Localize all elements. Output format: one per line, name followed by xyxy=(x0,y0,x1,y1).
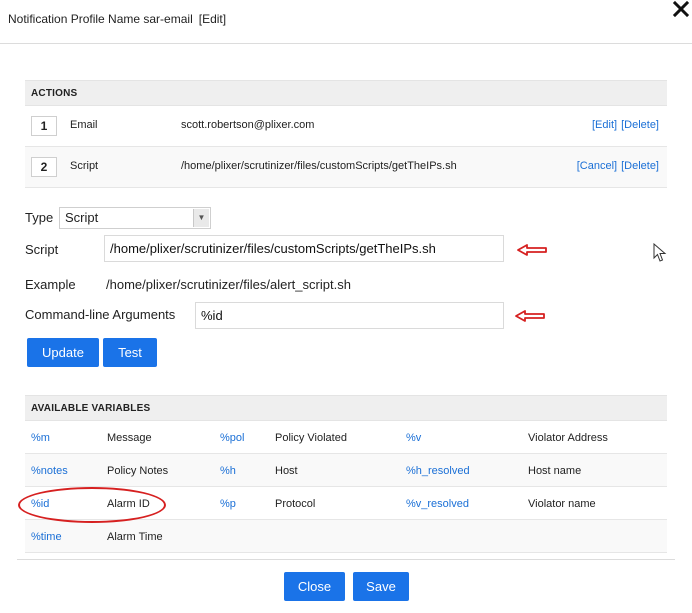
variable-code: %v_resolved xyxy=(406,498,469,510)
variable-desc: Host name xyxy=(528,465,582,477)
args-label: Command-line Arguments xyxy=(25,307,176,322)
action-row: 2 Script /home/plixer/scrutinizer/files/… xyxy=(25,147,667,188)
annotation-arrow-icon xyxy=(517,244,547,256)
profile-title: Notification Profile Name sar-email [Edit… xyxy=(8,12,226,26)
delete-action-link[interactable]: [Delete] xyxy=(621,160,659,172)
action-number: 2 xyxy=(31,157,57,177)
action-links: [Cancel] [Delete] xyxy=(573,160,659,172)
table-row: %notes Policy Notes %h Host %h_resolved … xyxy=(25,454,667,487)
profile-name-text: Notification Profile Name sar-email xyxy=(8,12,193,26)
type-select[interactable]: Script ▼ xyxy=(59,207,211,229)
actions-heading: ACTIONS xyxy=(25,80,667,106)
type-label: Type xyxy=(25,210,54,225)
action-number: 1 xyxy=(31,116,57,136)
annotation-arrow-icon xyxy=(515,310,545,322)
variable-desc: Policy Notes xyxy=(107,465,169,477)
edit-profile-link[interactable]: [Edit] xyxy=(199,12,226,26)
script-input[interactable]: /home/plixer/scrutinizer/files/customScr… xyxy=(104,235,504,262)
example-label: Example xyxy=(25,277,76,292)
annotation-circle xyxy=(18,487,166,523)
variable-code: %h_resolved xyxy=(406,465,470,477)
script-label: Script xyxy=(25,242,59,257)
test-button[interactable]: Test xyxy=(103,338,157,367)
variable-code: %pol xyxy=(220,432,245,444)
variable-code: %p xyxy=(220,498,236,510)
close-button[interactable]: Close xyxy=(284,572,345,601)
action-row: 1 Email scott.robertson@plixer.com [Edit… xyxy=(25,106,667,147)
variable-desc: Violator name xyxy=(528,498,596,510)
mouse-pointer-icon xyxy=(653,243,667,262)
variable-desc: Message xyxy=(107,432,152,444)
variable-code: %m xyxy=(31,432,50,444)
variable-code: %notes xyxy=(31,465,68,477)
variable-code: %time xyxy=(31,531,62,543)
variable-code: %v xyxy=(406,432,422,444)
close-icon[interactable] xyxy=(672,0,690,18)
example-value: /home/plixer/scrutinizer/files/alert_scr… xyxy=(106,277,351,292)
variable-desc: Alarm Time xyxy=(107,531,163,543)
footer-divider xyxy=(17,559,675,560)
action-type: Email xyxy=(70,119,98,131)
variable-code: %h xyxy=(220,465,236,477)
type-select-value: Script xyxy=(65,210,99,225)
table-row: %time Alarm Time xyxy=(25,520,667,553)
action-value: /home/plixer/scrutinizer/files/customScr… xyxy=(181,160,457,172)
action-value: scott.robertson@plixer.com xyxy=(181,119,315,131)
action-type: Script xyxy=(70,160,99,172)
variables-heading: AVAILABLE VARIABLES xyxy=(25,395,667,421)
variables-panel: AVAILABLE VARIABLES %m Message %pol Poli… xyxy=(25,395,667,553)
variable-desc: Host xyxy=(275,465,298,477)
save-button[interactable]: Save xyxy=(353,572,409,601)
dialog-header: Notification Profile Name sar-email [Edit… xyxy=(0,0,692,44)
action-links: [Edit] [Delete] xyxy=(588,119,659,131)
cancel-action-link[interactable]: [Cancel] xyxy=(577,160,617,172)
chevron-down-icon[interactable]: ▼ xyxy=(193,209,209,227)
actions-panel: ACTIONS 1 Email scott.robertson@plixer.c… xyxy=(25,80,667,188)
variable-desc: Policy Violated xyxy=(275,432,347,444)
args-input[interactable]: %id xyxy=(195,302,504,329)
edit-action-link[interactable]: [Edit] xyxy=(592,119,617,131)
variable-desc: Protocol xyxy=(275,498,316,510)
table-row: %m Message %pol Policy Violated %v Viola… xyxy=(25,421,667,454)
update-button[interactable]: Update xyxy=(27,338,99,367)
delete-action-link[interactable]: [Delete] xyxy=(621,119,659,131)
variable-desc: Violator Address xyxy=(528,432,608,444)
